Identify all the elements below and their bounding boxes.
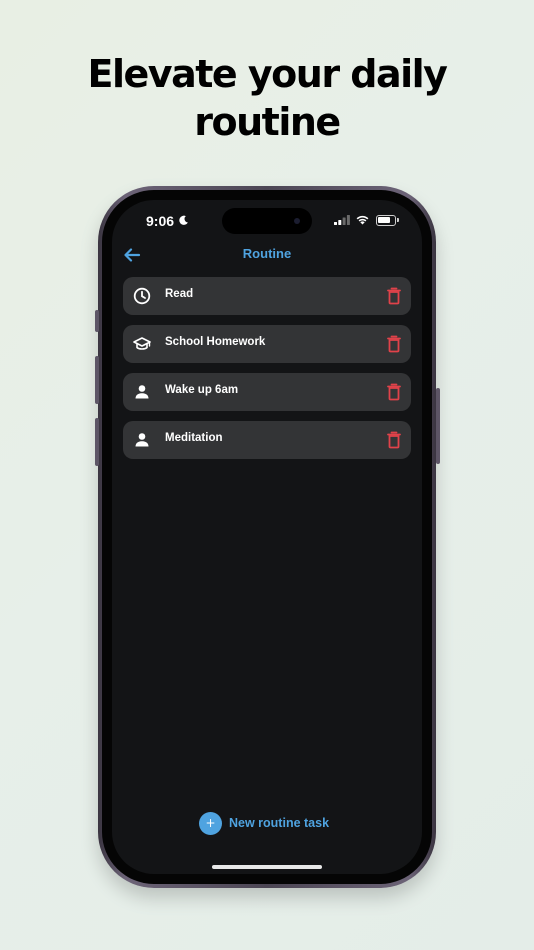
dynamic-island xyxy=(222,208,312,234)
nav-title: Routine xyxy=(242,246,292,261)
task-label: Read xyxy=(165,288,194,300)
task-item-wake-up[interactable]: Wake up 6am xyxy=(123,373,411,411)
battery-level xyxy=(378,217,390,223)
new-routine-task-label: New routine task xyxy=(229,816,330,830)
wifi-icon xyxy=(356,215,369,225)
new-routine-task-button[interactable]: + New routine task xyxy=(199,811,329,835)
phone-side-button-volume-up xyxy=(95,356,99,404)
trash-icon[interactable] xyxy=(386,335,402,353)
headline-line-2: routine xyxy=(194,100,341,144)
status-time: 9:06 xyxy=(146,213,175,229)
task-label: Meditation xyxy=(165,432,223,444)
task-list: Read School Homework Wake up 6am Meditat… xyxy=(123,277,411,469)
headline-line-1: Elevate your daily xyxy=(87,52,448,96)
trash-icon[interactable] xyxy=(386,431,402,449)
task-item-read[interactable]: Read xyxy=(123,277,411,315)
phone-screen: 9:06 Routine Read School Homework Wake u… xyxy=(112,200,422,874)
headline: Elevate your daily routine xyxy=(0,50,534,146)
trash-icon[interactable] xyxy=(386,383,402,401)
graduation-cap-icon xyxy=(133,337,151,350)
phone-side-button-silent xyxy=(95,310,99,332)
person-icon xyxy=(135,433,149,447)
signal-icon xyxy=(334,215,350,225)
task-label: School Homework xyxy=(165,336,266,348)
trash-icon[interactable] xyxy=(386,287,402,305)
moon-icon xyxy=(179,215,188,225)
task-item-school-homework[interactable]: School Homework xyxy=(123,325,411,363)
clock-icon xyxy=(133,287,151,305)
person-icon xyxy=(135,385,149,399)
camera-icon xyxy=(294,218,300,224)
battery-icon xyxy=(376,215,399,226)
task-label: Wake up 6am xyxy=(165,384,239,396)
phone-side-button-power xyxy=(436,388,440,464)
task-item-meditation[interactable]: Meditation xyxy=(123,421,411,459)
plus-icon: + xyxy=(199,811,222,835)
phone-side-button-volume-down xyxy=(95,418,99,466)
home-indicator[interactable] xyxy=(212,865,322,869)
